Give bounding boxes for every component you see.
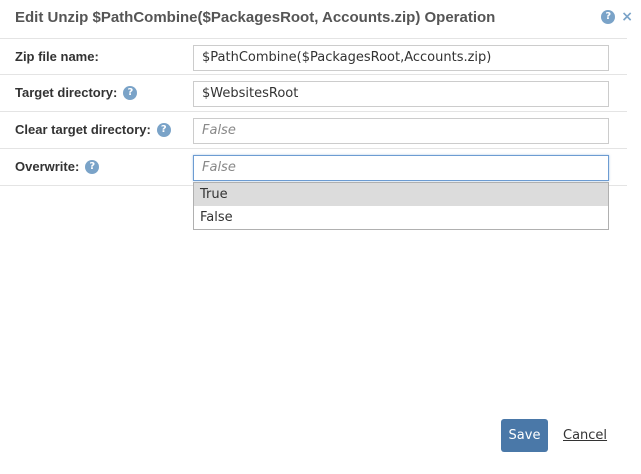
overwrite-dropdown: True False [193, 182, 609, 230]
overwrite-select[interactable]: False [193, 155, 609, 181]
clear-target-directory-select[interactable]: False [193, 118, 609, 144]
overwrite-label-text: Overwrite: [15, 159, 80, 174]
save-button[interactable]: Save [501, 419, 548, 452]
close-icon[interactable]: × [621, 10, 633, 24]
dialog-title: Edit Unzip $PathCombine($PackagesRoot, A… [15, 9, 496, 26]
target-directory-input[interactable]: $WebsitesRoot [193, 81, 609, 107]
help-icon[interactable]: ? [601, 10, 616, 24]
clear-target-directory-help-icon[interactable]: ? [156, 122, 171, 137]
zip-file-name-label: Zip file name: [15, 49, 99, 64]
target-directory-row: Target directory: ? $WebsitesRoot [0, 75, 627, 112]
overwrite-help-icon[interactable]: ? [85, 159, 100, 174]
overwrite-row: Overwrite: ? False [0, 149, 627, 186]
overwrite-label: Overwrite: ? [15, 159, 100, 174]
dropdown-option-false[interactable]: False [194, 206, 608, 229]
title-actions: ? × [601, 10, 633, 24]
cancel-link[interactable]: Cancel [563, 428, 607, 443]
target-directory-help-icon[interactable]: ? [123, 85, 138, 100]
operation-form: Zip file name: $PathCombine($PackagesRoo… [0, 38, 627, 186]
target-directory-label-text: Target directory: [15, 85, 118, 100]
clear-target-directory-label: Clear target directory: ? [15, 122, 171, 137]
dropdown-option-true[interactable]: True [194, 183, 608, 206]
zip-file-name-row: Zip file name: $PathCombine($PackagesRoo… [0, 38, 627, 75]
zip-file-name-label-text: Zip file name: [15, 49, 99, 64]
zip-file-name-input[interactable]: $PathCombine($PackagesRoot,Accounts.zip) [193, 45, 609, 71]
clear-target-directory-label-text: Clear target directory: [15, 122, 151, 137]
clear-target-directory-row: Clear target directory: ? False [0, 112, 627, 149]
target-directory-label: Target directory: ? [15, 85, 138, 100]
